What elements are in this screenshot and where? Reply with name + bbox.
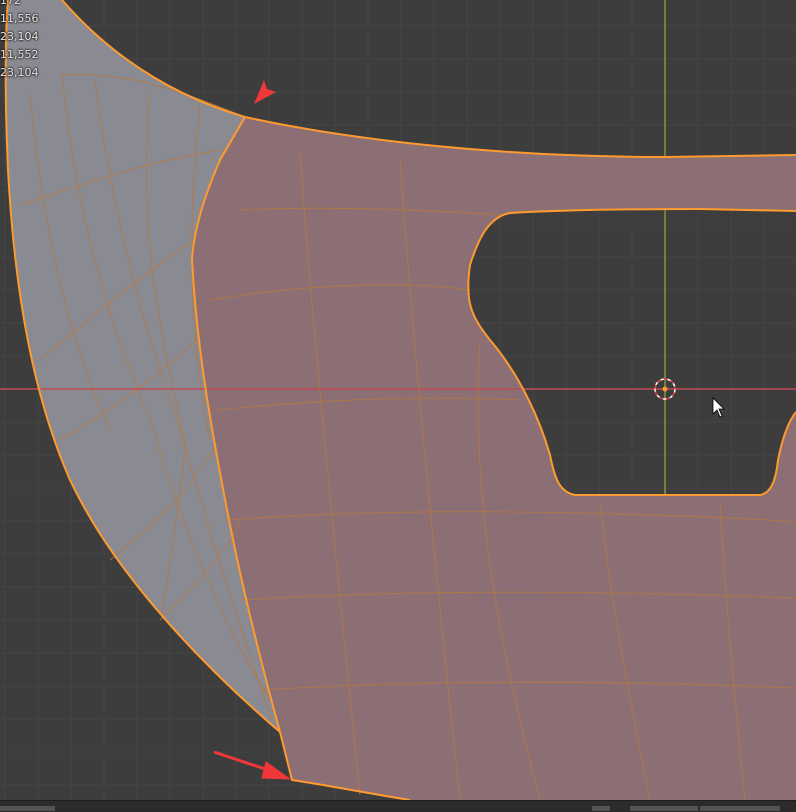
strip-button[interactable] bbox=[0, 806, 55, 811]
viewport-canvas[interactable] bbox=[0, 0, 796, 811]
strip-button[interactable] bbox=[700, 806, 780, 811]
annotation-arrow-icon bbox=[213, 750, 292, 780]
strip-button[interactable] bbox=[592, 806, 610, 811]
stat-line: 11,556 bbox=[0, 12, 39, 25]
statistics-overlay: 172 11,556 23,104 11,552 23,104 bbox=[0, 0, 39, 82]
stat-line: 11,552 bbox=[0, 48, 39, 61]
3d-viewport[interactable]: 172 11,556 23,104 11,552 23,104 bbox=[0, 0, 796, 812]
stat-line: 172 bbox=[0, 0, 21, 7]
strip-button[interactable] bbox=[630, 806, 698, 811]
stat-line: 23,104 bbox=[0, 66, 39, 79]
stat-line: 23,104 bbox=[0, 30, 39, 43]
mouse-pointer-icon bbox=[712, 397, 725, 418]
